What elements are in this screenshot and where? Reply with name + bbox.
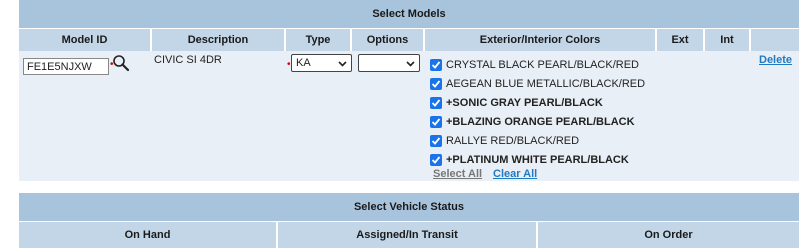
model-description: CIVIC SI 4DR xyxy=(154,54,222,66)
color-option[interactable]: RALLYE RED/BLACK/RED xyxy=(430,132,579,150)
status-header-assigned[interactable]: Assigned/In Transit xyxy=(278,222,538,248)
color-checkbox[interactable] xyxy=(430,78,442,90)
color-label: +SONIC GRAY PEARL/BLACK xyxy=(446,97,603,109)
delete-link[interactable]: Delete xyxy=(759,54,792,66)
column-header-ext: Ext xyxy=(657,29,705,51)
select-models-title: Select Models xyxy=(19,0,799,29)
color-checkbox[interactable] xyxy=(430,97,442,109)
vehicle-status-title: Select Vehicle Status xyxy=(19,193,799,222)
status-header-on-hand[interactable]: On Hand xyxy=(19,222,278,248)
color-option[interactable]: AEGEAN BLUE METALLIC/BLACK/RED xyxy=(430,75,645,93)
color-label: AEGEAN BLUE METALLIC/BLACK/RED xyxy=(446,78,646,90)
column-header-type: Type xyxy=(286,29,352,51)
options-select[interactable] xyxy=(358,54,420,72)
column-header-colors: Exterior/Interior Colors xyxy=(425,29,657,51)
color-checkbox[interactable] xyxy=(430,135,442,147)
color-checkbox[interactable] xyxy=(430,116,442,128)
select-models-panel: Select Models Model ID Description Type … xyxy=(19,0,799,181)
column-header-options: Options xyxy=(352,29,425,51)
type-required-marker: • xyxy=(287,59,291,70)
column-header-actions xyxy=(751,29,799,51)
column-header-model-id: Model ID xyxy=(19,29,152,51)
column-header-int: Int xyxy=(705,29,751,51)
clear-all-link[interactable]: Clear All xyxy=(493,168,537,180)
color-label: CRYSTAL BLACK PEARL/BLACK/RED xyxy=(446,59,639,71)
chevron-down-icon xyxy=(338,61,347,67)
type-select-value: KA xyxy=(296,57,311,69)
model-id-input[interactable] xyxy=(23,58,109,75)
color-option[interactable]: CRYSTAL BLACK PEARL/BLACK/RED xyxy=(430,56,639,74)
color-label: RALLYE RED/BLACK/RED xyxy=(446,135,580,147)
select-all-link[interactable]: Select All xyxy=(433,168,482,180)
color-label: +BLAZING ORANGE PEARL/BLACK xyxy=(446,116,635,128)
color-option[interactable]: +SONIC GRAY PEARL/BLACK xyxy=(430,94,603,112)
vehicle-status-panel: Select Vehicle Status On Hand Assigned/I… xyxy=(19,193,799,248)
search-icon[interactable] xyxy=(112,54,130,72)
type-select[interactable]: KA xyxy=(291,54,352,72)
status-header-on-order[interactable]: On Order xyxy=(538,222,799,248)
color-option[interactable]: +PLATINUM WHITE PEARL/BLACK xyxy=(430,151,629,169)
color-checkbox[interactable] xyxy=(430,154,442,166)
column-header-description: Description xyxy=(152,29,286,51)
color-checkbox[interactable] xyxy=(430,59,442,71)
color-option[interactable]: +BLAZING ORANGE PEARL/BLACK xyxy=(430,113,635,131)
chevron-down-icon xyxy=(406,61,415,67)
color-label: +PLATINUM WHITE PEARL/BLACK xyxy=(446,154,629,166)
